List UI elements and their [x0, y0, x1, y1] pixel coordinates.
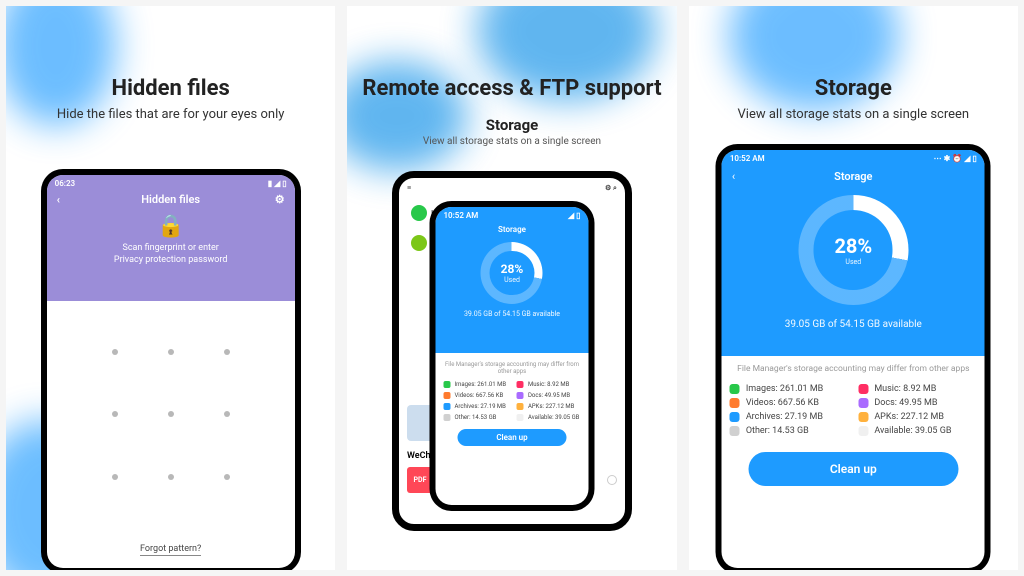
hint-text: Scan fingerprint or enterPrivacy protect…	[114, 243, 228, 266]
panel1-sub: Hide the files that are for your eyes on…	[51, 107, 291, 122]
back-icon[interactable]: ‹	[732, 170, 735, 183]
storage-header: ‹ Storage 28% Used 39.05 GB of 54.15 GB …	[722, 166, 985, 356]
storage-header: Storage 28% Used 39.05 GB of 54.15 GB av…	[435, 223, 588, 353]
cleanup-button[interactable]: Clean up	[748, 452, 958, 486]
color-swatch	[443, 392, 450, 399]
stat-label: Images: 261.01 MB	[746, 384, 823, 394]
stats-block: File Manager's storage accounting may di…	[722, 356, 985, 496]
stat-item: Other: 14.53 GB	[730, 426, 849, 436]
stat-item: APKs: 227.12 MB	[517, 403, 581, 410]
stat-label: Images: 261.01 MB	[454, 381, 506, 388]
panel3-heading: Storage	[815, 76, 892, 101]
status-bar: 10:52 AM◢ ▯	[435, 207, 588, 223]
panel-remote-ftp: Remote access & FTP support Storage View…	[347, 6, 676, 570]
overlay-heading: Storage View all storage stats on a sing…	[347, 116, 676, 147]
forgot-pattern-link[interactable]: Forgot pattern?	[47, 538, 295, 568]
stat-item: Music: 8.92 MB	[858, 384, 977, 394]
stat-item: Available: 39.05 GB	[517, 414, 581, 421]
status-icons: ▮ ◢ ▯	[268, 179, 287, 188]
stat-label: Music: 8.92 MB	[874, 384, 936, 394]
stat-label: Available: 39.05 GB	[528, 414, 579, 421]
color-swatch	[443, 403, 450, 410]
stat-label: Other: 14.53 GB	[746, 426, 809, 436]
pct-label: 28%	[834, 234, 872, 258]
select-circle-icon[interactable]	[607, 475, 617, 485]
lock-icon: 🔒	[157, 214, 184, 239]
stat-item: Archives: 27.19 MB	[730, 412, 849, 422]
stat-label: APKs: 227.12 MB	[874, 412, 944, 422]
note-text: File Manager's storage accounting may di…	[730, 364, 977, 374]
stat-item: Videos: 667.56 KB	[730, 398, 849, 408]
stat-label: Archives: 27.19 MB	[454, 403, 505, 410]
panel2-heading: Remote access & FTP support	[362, 76, 661, 101]
avail-label: 39.05 GB of 54.15 GB available	[785, 319, 922, 330]
hidden-title: Hidden files	[47, 193, 295, 206]
hidden-header: ‹ Hidden files ⚙ 🔒 Scan fingerprint or e…	[47, 191, 295, 301]
status-bar: 10:52 AM ⋯ ✱ ⏰ ◢ ▯	[722, 150, 985, 166]
pct-label: 28%	[501, 262, 524, 276]
stat-item: Archives: 27.19 MB	[443, 403, 507, 410]
color-swatch	[730, 426, 740, 436]
color-swatch	[517, 392, 524, 399]
stat-item: Docs: 49.95 MB	[858, 398, 977, 408]
color-swatch	[517, 414, 524, 421]
stat-label: Videos: 667.56 KB	[454, 392, 503, 399]
color-swatch	[517, 381, 524, 388]
panel-storage: Storage View all storage stats on a sing…	[689, 6, 1018, 570]
panel-hidden-files: Hidden files Hide the files that are for…	[6, 6, 335, 570]
avail-label: 39.05 GB of 54.15 GB available	[464, 310, 560, 318]
panel1-heading: Hidden files	[112, 76, 230, 101]
note-text: File Manager's storage accounting may di…	[443, 361, 580, 375]
used-label: Used	[845, 258, 861, 266]
stat-item: Other: 14.53 GB	[443, 414, 507, 421]
pattern-grid[interactable]	[47, 301, 295, 538]
color-swatch	[858, 426, 868, 436]
stat-item: APKs: 227.12 MB	[858, 412, 977, 422]
color-swatch	[730, 412, 740, 422]
foreground-phone: 10:52 AM◢ ▯ Storage 28% Used 39.05 GB of…	[429, 201, 594, 511]
stat-label: APKs: 227.12 MB	[528, 403, 574, 410]
stat-label: Docs: 49.95 MB	[874, 398, 937, 408]
status-icons: ⋯ ✱ ⏰ ◢ ▯	[934, 154, 977, 163]
color-swatch	[858, 384, 868, 394]
color-swatch	[858, 412, 868, 422]
color-swatch	[858, 398, 868, 408]
stat-label: Other: 14.53 GB	[454, 414, 496, 421]
stat-item: Videos: 667.56 KB	[443, 392, 507, 399]
stat-item: Images: 261.01 MB	[443, 381, 507, 388]
color-swatch	[730, 398, 740, 408]
stat-label: Music: 8.92 MB	[528, 381, 569, 388]
storage-title: Storage	[834, 170, 872, 183]
used-label: Used	[504, 276, 520, 284]
status-time: 10:52 AM	[730, 154, 765, 163]
status-time: 06:23	[55, 179, 75, 188]
stat-item: Docs: 49.95 MB	[517, 392, 581, 399]
storage-title: Storage	[498, 225, 526, 234]
stats-block: File Manager's storage accounting may di…	[435, 353, 588, 456]
storage-phone: 10:52 AM ⋯ ✱ ⏰ ◢ ▯ ‹ Storage 28% Used 39…	[716, 144, 991, 570]
stat-item: Available: 39.05 GB	[858, 426, 977, 436]
color-swatch	[730, 384, 740, 394]
phone-hidden-files: 06:23 ▮ ◢ ▯ ‹ Hidden files ⚙ 🔒 Scan fing…	[41, 169, 301, 570]
stat-label: Available: 39.05 GB	[874, 426, 951, 436]
stat-item: Images: 261.01 MB	[730, 384, 849, 394]
stat-label: Docs: 49.95 MB	[528, 392, 570, 399]
stat-item: Music: 8.92 MB	[517, 381, 581, 388]
stat-label: Videos: 667.56 KB	[746, 398, 819, 408]
stat-label: Archives: 27.19 MB	[746, 412, 823, 422]
color-swatch	[443, 381, 450, 388]
status-bar: 06:23 ▮ ◢ ▯	[47, 175, 295, 191]
color-swatch	[443, 414, 450, 421]
panel3-sub: View all storage stats on a single scree…	[732, 107, 976, 122]
storage-donut: 28% Used	[481, 242, 543, 304]
cleanup-button[interactable]: Clean up	[457, 429, 567, 446]
storage-donut: 28% Used	[798, 195, 908, 305]
color-swatch	[517, 403, 524, 410]
